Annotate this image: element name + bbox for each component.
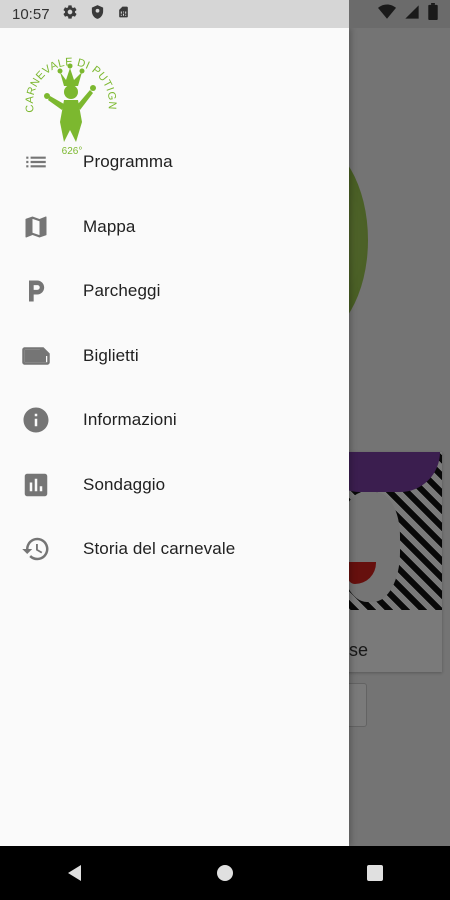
ticket-icon bbox=[20, 340, 52, 372]
system-navigation-bar bbox=[0, 846, 450, 900]
sim-card-icon bbox=[117, 4, 130, 25]
navigation-drawer: CARNEVALE DI PUTIGNANO 626° Programma bbox=[0, 28, 349, 846]
menu-item-parcheggi[interactable]: Parcheggi bbox=[0, 259, 349, 324]
menu-item-programma[interactable]: Programma bbox=[0, 130, 349, 195]
menu-item-label: Informazioni bbox=[83, 410, 177, 430]
menu-item-label: Sondaggio bbox=[83, 474, 166, 494]
history-icon bbox=[20, 533, 52, 565]
recents-icon[interactable] bbox=[345, 846, 405, 900]
menu-item-biglietti[interactable]: Biglietti bbox=[0, 324, 349, 389]
menu-item-mappa[interactable]: Mappa bbox=[0, 195, 349, 260]
menu-item-label: Programma bbox=[83, 152, 173, 172]
shield-icon bbox=[90, 4, 105, 25]
cellular-signal-icon bbox=[404, 4, 420, 25]
status-time: 10:57 bbox=[12, 5, 50, 23]
menu-item-label: Storia del carnevale bbox=[83, 539, 236, 559]
status-bar: 10:57 bbox=[0, 0, 450, 28]
poll-icon bbox=[20, 469, 52, 501]
menu-item-label: Biglietti bbox=[83, 345, 139, 365]
parking-icon bbox=[20, 275, 52, 307]
back-icon[interactable] bbox=[45, 846, 105, 900]
list-icon bbox=[20, 146, 52, 178]
menu-item-label: Parcheggi bbox=[83, 281, 161, 301]
home-icon[interactable] bbox=[195, 846, 255, 900]
drawer-menu: Programma Mappa Parcheggi Biglietti Info… bbox=[0, 130, 349, 582]
menu-item-informazioni[interactable]: Informazioni bbox=[0, 388, 349, 453]
menu-item-storia-del-carnevale[interactable]: Storia del carnevale bbox=[0, 517, 349, 582]
menu-item-sondaggio[interactable]: Sondaggio bbox=[0, 453, 349, 518]
wifi-icon bbox=[378, 4, 396, 25]
gear-icon bbox=[62, 4, 78, 25]
menu-item-label: Mappa bbox=[83, 216, 136, 236]
map-icon bbox=[20, 211, 52, 243]
info-icon bbox=[20, 404, 52, 436]
battery-icon bbox=[428, 3, 438, 25]
